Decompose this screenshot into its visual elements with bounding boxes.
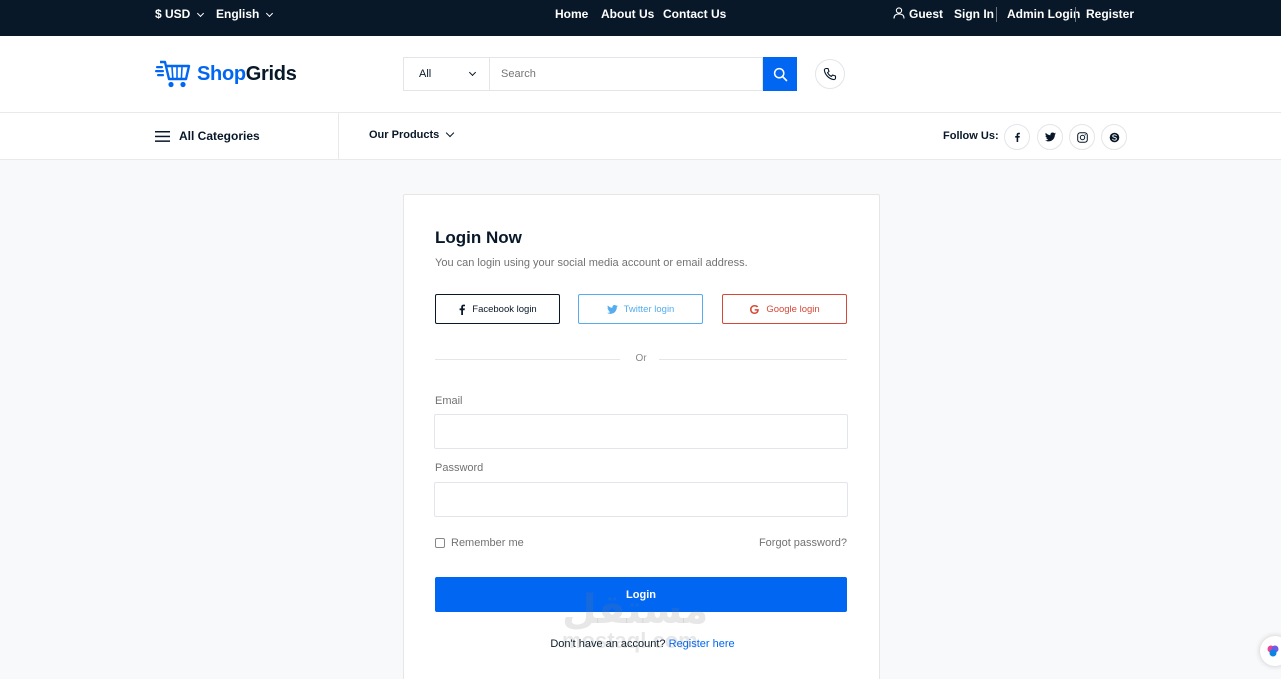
category-select-value: All	[419, 68, 432, 80]
all-categories-button[interactable]: All Categories	[155, 113, 260, 159]
user-icon	[893, 7, 905, 19]
facebook-login-button[interactable]: Facebook login	[435, 294, 560, 324]
divider	[338, 113, 339, 159]
guest-label: Guest	[909, 7, 944, 21]
google-login-button[interactable]: Google login	[722, 294, 847, 324]
remember-me-checkbox[interactable]	[435, 538, 445, 548]
instagram-social-button[interactable]	[1069, 124, 1095, 150]
no-account-text: Don't have an account?	[550, 638, 666, 650]
logo-text-grids: Grids	[245, 62, 297, 85]
register-here-link[interactable]: Register here	[669, 638, 735, 650]
register-link[interactable]: Register	[1086, 0, 1134, 36]
login-card: Login Now You can login using your socia…	[403, 194, 880, 679]
instagram-icon	[1076, 131, 1088, 143]
nav-contact-us[interactable]: Contact Us	[663, 0, 726, 36]
follow-us-label: Follow Us:	[943, 130, 999, 142]
hamburger-menu-icon	[155, 130, 170, 142]
floating-assistant-icon[interactable]	[1260, 636, 1281, 666]
facebook-login-label: Facebook login	[472, 303, 537, 315]
login-button[interactable]: Login	[435, 577, 847, 612]
remember-me[interactable]: Remember me	[435, 537, 524, 549]
forgot-password-link[interactable]: Forgot password?	[759, 537, 847, 549]
top-bar: $ USD English Home About Us Contact Us G…	[0, 0, 1281, 36]
category-nav-bar: All Categories Our Products Follow Us:	[0, 113, 1281, 160]
logo-text: ShopGrids	[197, 63, 297, 86]
password-label: Password	[435, 462, 484, 474]
twitter-login-button[interactable]: Twitter login	[578, 294, 703, 324]
sign-in-link[interactable]: Sign In	[954, 0, 994, 36]
facebook-icon	[1015, 132, 1020, 142]
remember-me-label: Remember me	[451, 537, 524, 549]
logo[interactable]: ShopGrids	[155, 58, 297, 90]
skype-social-button[interactable]	[1101, 124, 1127, 150]
our-products-label: Our Products	[369, 129, 440, 141]
twitter-login-label: Twitter login	[623, 303, 675, 315]
guest-indicator: Guest	[893, 0, 943, 36]
twitter-icon	[606, 304, 618, 314]
chevron-down-icon	[266, 9, 274, 18]
brain-icon	[1267, 645, 1279, 657]
facebook-social-button[interactable]	[1004, 124, 1030, 150]
search-button[interactable]	[763, 57, 797, 91]
our-products-menu[interactable]: Our Products	[369, 113, 455, 159]
admin-login-link[interactable]: Admin Login	[1007, 0, 1080, 36]
divider	[435, 359, 620, 360]
chevron-down-icon	[446, 128, 455, 138]
search-icon	[773, 67, 787, 81]
phone-icon	[823, 67, 837, 81]
currency-dropdown[interactable]: $ USD	[155, 0, 205, 36]
logo-text-shop: Shop	[197, 62, 246, 85]
currency-label: $ USD	[155, 7, 191, 21]
all-categories-label: All Categories	[179, 129, 260, 143]
skype-icon	[1109, 132, 1119, 142]
page-title: Login Now	[435, 228, 522, 247]
password-field[interactable]	[434, 482, 848, 517]
email-label: Email	[435, 395, 463, 407]
language-dropdown[interactable]: English	[216, 0, 274, 36]
divider	[1075, 7, 1076, 22]
phone-button[interactable]	[815, 59, 845, 89]
login-subtitle: You can login using your social media ac…	[435, 257, 748, 269]
or-divider-text: Or	[635, 353, 647, 364]
cart-logo-icon	[155, 60, 191, 88]
nav-about-us[interactable]: About Us	[601, 0, 654, 36]
divider	[659, 359, 847, 360]
register-prompt: Don't have an account? Register here	[404, 638, 881, 650]
twitter-icon	[1044, 132, 1056, 142]
twitter-social-button[interactable]	[1037, 124, 1063, 150]
facebook-icon	[459, 304, 466, 315]
search-bar: All	[403, 57, 797, 91]
main-header: ShopGrids All	[0, 36, 1281, 113]
search-input[interactable]	[489, 57, 763, 91]
google-icon	[750, 304, 760, 314]
divider	[996, 7, 997, 22]
language-label: English	[216, 7, 260, 21]
chevron-down-icon	[197, 9, 205, 18]
google-login-label: Google login	[766, 303, 820, 315]
chevron-down-icon	[468, 68, 477, 77]
email-field[interactable]	[434, 414, 848, 449]
nav-home[interactable]: Home	[555, 0, 588, 36]
category-select[interactable]: All	[403, 57, 489, 91]
